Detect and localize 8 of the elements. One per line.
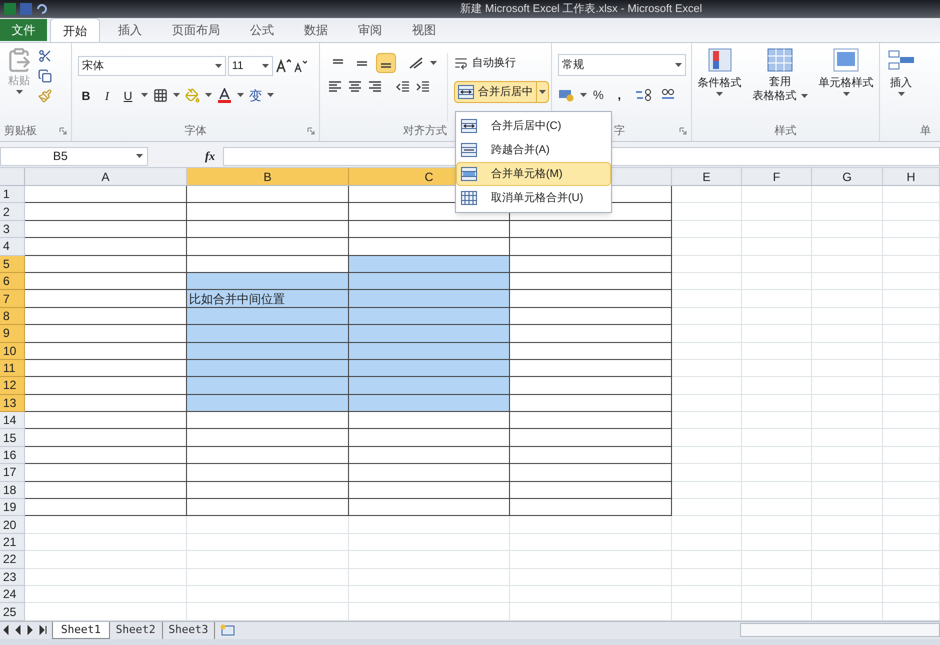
group-label: 样式 — [774, 124, 796, 139]
group-label: 字体 — [184, 124, 206, 139]
group-label: 剪贴板 — [4, 124, 37, 139]
group-label: 对齐方式 — [403, 124, 447, 139]
window-title: 新建 Microsoft Excel 工作表.xlsx - Microsoft Excel — [460, 2, 702, 17]
group-label: 字 — [614, 124, 625, 139]
table-cell: 比如合并中间位置 — [187, 290, 349, 308]
group-label: 单 — [920, 124, 931, 139]
